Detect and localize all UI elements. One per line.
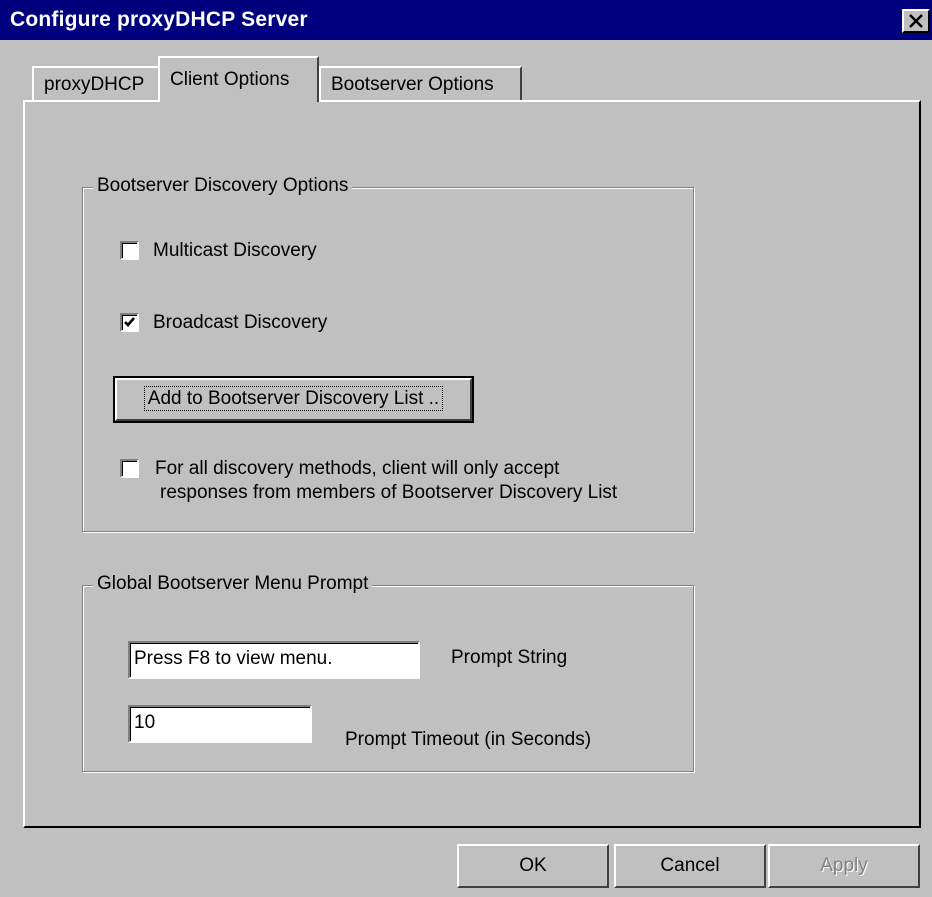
title-bar: Configure proxyDHCP Server — [0, 0, 932, 40]
prompt-timeout-label: Prompt Timeout (in Seconds) — [345, 729, 592, 750]
add-button-label: Add to Bootserver Discovery List .. — [143, 386, 444, 411]
cancel-button[interactable]: Cancel — [614, 844, 766, 888]
tab-label: proxyDHCP — [44, 74, 145, 95]
broadcast-discovery-checkbox-row[interactable]: Broadcast Discovery — [120, 311, 327, 335]
multicast-discovery-checkbox[interactable] — [120, 241, 139, 260]
tab-bootserver-options[interactable]: Bootserver Options — [319, 66, 522, 100]
prompt-string-input[interactable]: Press F8 to view menu. — [128, 641, 420, 679]
broadcast-discovery-checkbox[interactable] — [120, 313, 139, 332]
close-icon — [909, 14, 923, 28]
menu-prompt-group: Global Bootserver Menu Prompt Press F8 t… — [82, 573, 694, 772]
multicast-discovery-label: Multicast Discovery — [153, 240, 317, 261]
client-options-panel: Bootserver Discovery Options Multicast D… — [23, 100, 921, 828]
discovery-options-group: Bootserver Discovery Options Multicast D… — [82, 175, 694, 532]
restrict-responses-checkbox[interactable] — [120, 459, 139, 478]
multicast-discovery-checkbox-row[interactable]: Multicast Discovery — [120, 239, 317, 263]
restrict-label-line-1: For all discovery methods, client will o… — [155, 458, 560, 479]
checkmark-icon — [124, 317, 135, 327]
restrict-responses-label: For all discovery methods, client will o… — [155, 457, 617, 505]
broadcast-discovery-label: Broadcast Discovery — [153, 312, 328, 333]
prompt-timeout-input[interactable]: 10 — [128, 705, 312, 743]
group-legend: Global Bootserver Menu Prompt — [93, 573, 373, 595]
apply-button[interactable]: Apply — [768, 844, 920, 888]
close-button[interactable] — [902, 9, 930, 33]
tab-label: Client Options — [170, 69, 290, 90]
tab-label: Bootserver Options — [331, 74, 494, 95]
add-to-discovery-list-button[interactable]: Add to Bootserver Discovery List .. — [113, 376, 474, 423]
group-legend: Bootserver Discovery Options — [93, 175, 353, 197]
tab-proxydhcp[interactable]: proxyDHCP — [32, 66, 160, 100]
prompt-string-label: Prompt String — [451, 647, 568, 668]
restrict-label-line-2: responses from members of Bootserver Dis… — [160, 482, 618, 503]
ok-button[interactable]: OK — [457, 844, 609, 888]
restrict-responses-checkbox-row[interactable]: For all discovery methods, client will o… — [120, 457, 617, 505]
window-title: Configure proxyDHCP Server — [10, 8, 308, 31]
tab-client-options[interactable]: Client Options — [158, 56, 319, 102]
